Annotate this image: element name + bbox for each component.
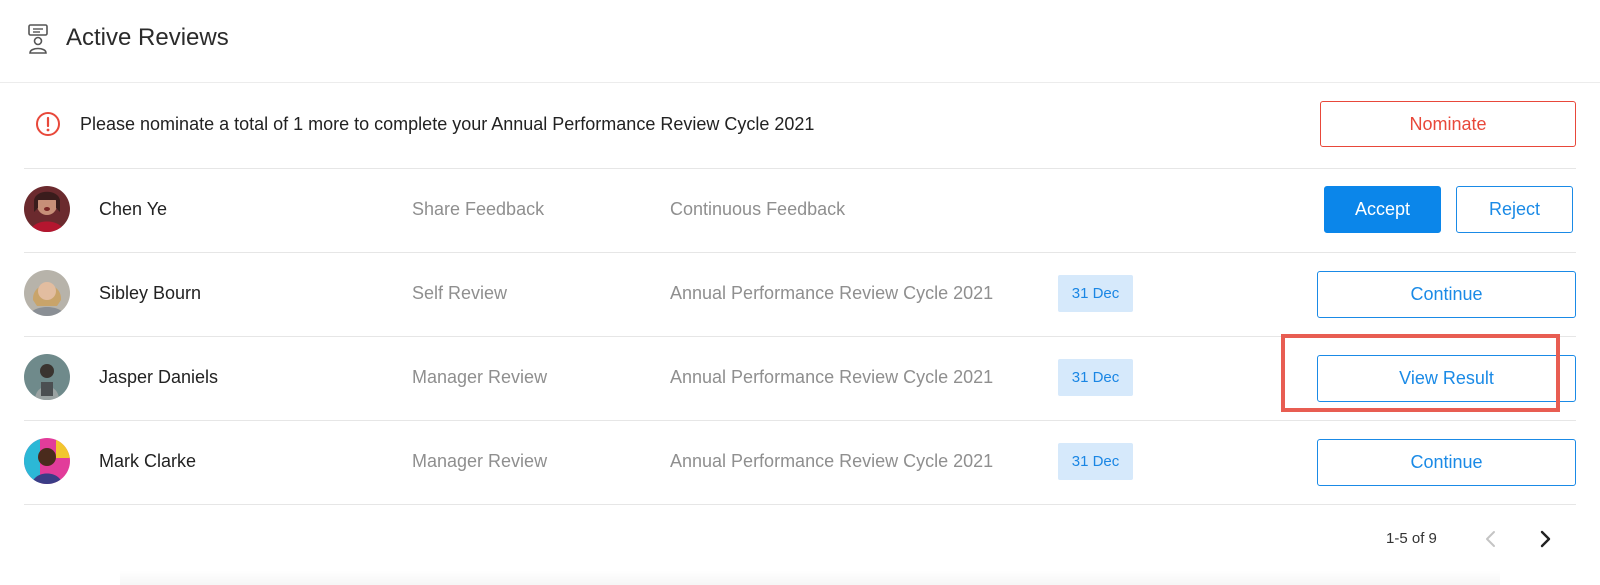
review-cycle: Annual Performance Review Cycle 2021 bbox=[670, 451, 994, 471]
chevron-right-icon[interactable] bbox=[1534, 528, 1556, 550]
notice-message: Please nominate a total of 1 more to com… bbox=[80, 114, 815, 134]
due-date-badge: 31 Dec bbox=[1058, 443, 1133, 480]
review-row: Chen Ye Share Feedback Continuous Feedba… bbox=[24, 168, 1576, 253]
review-type: Self Review bbox=[412, 283, 508, 303]
reviewer-name: Chen Ye bbox=[99, 199, 168, 219]
pagination-range: 1-5 of 9 bbox=[1386, 530, 1437, 547]
nomination-notice: Please nominate a total of 1 more to com… bbox=[24, 84, 1576, 169]
avatar bbox=[24, 354, 70, 400]
alert-circle-icon bbox=[36, 112, 60, 136]
bottom-shadow bbox=[120, 570, 1500, 585]
due-date-badge: 31 Dec bbox=[1058, 359, 1133, 396]
page-title: Active Reviews bbox=[66, 24, 229, 51]
avatar bbox=[24, 438, 70, 484]
avatar bbox=[24, 186, 70, 232]
avatar bbox=[24, 270, 70, 316]
reviewer-name: Mark Clarke bbox=[99, 451, 197, 471]
chevron-left-icon[interactable] bbox=[1480, 528, 1502, 550]
review-cycle: Continuous Feedback bbox=[670, 199, 846, 219]
review-board-icon bbox=[28, 24, 48, 54]
due-date-badge: 31 Dec bbox=[1058, 275, 1133, 312]
review-type: Manager Review bbox=[412, 451, 548, 471]
review-type: Share Feedback bbox=[412, 199, 545, 219]
review-row: Mark Clarke Manager Review Annual Perfor… bbox=[24, 420, 1576, 505]
nominate-button[interactable]: Nominate bbox=[1320, 101, 1576, 147]
reviewer-name: Jasper Daniels bbox=[99, 367, 219, 387]
accept-button[interactable]: Accept bbox=[1324, 186, 1441, 233]
continue-button[interactable]: Continue bbox=[1317, 271, 1576, 318]
review-row: Sibley Bourn Self Review Annual Performa… bbox=[24, 252, 1576, 337]
highlight-box bbox=[1281, 334, 1560, 412]
review-type: Manager Review bbox=[412, 367, 548, 387]
reviewer-name: Sibley Bourn bbox=[99, 283, 202, 303]
review-cycle: Annual Performance Review Cycle 2021 bbox=[670, 367, 994, 387]
page-header: Active Reviews bbox=[0, 0, 1600, 83]
review-cycle: Annual Performance Review Cycle 2021 bbox=[670, 283, 994, 303]
reject-button[interactable]: Reject bbox=[1456, 186, 1573, 233]
continue-button[interactable]: Continue bbox=[1317, 439, 1576, 486]
